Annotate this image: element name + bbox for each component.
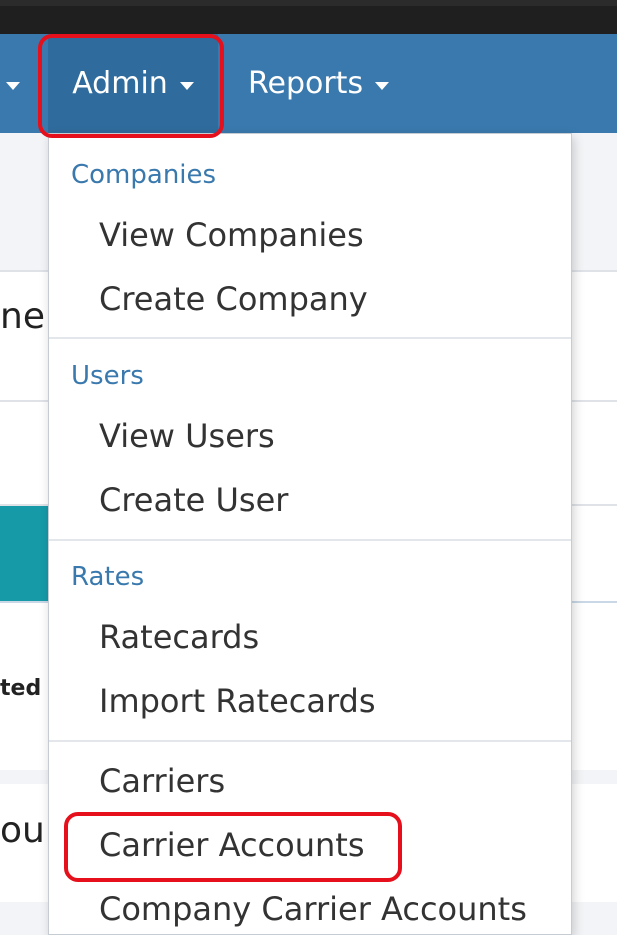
menu-item-create-user[interactable]: Create User	[99, 481, 288, 519]
nav-item-previous[interactable]	[0, 34, 28, 133]
menu-item-carriers[interactable]: Carriers	[99, 762, 225, 800]
menu-item-view-users[interactable]: View Users	[99, 417, 275, 455]
highlight-carrier-accounts-annotation	[64, 812, 402, 882]
menu-item-view-companies[interactable]: View Companies	[99, 216, 364, 254]
caret-down-icon	[6, 81, 20, 90]
highlight-admin-annotation	[38, 34, 224, 138]
background-teal-block	[0, 506, 48, 601]
background-footer-fragment: ou	[0, 810, 45, 851]
nav-item-reports[interactable]: Reports	[248, 34, 390, 133]
section-header-users: Users	[71, 361, 144, 391]
section-header-companies: Companies	[71, 160, 217, 190]
menu-item-ratecards[interactable]: Ratecards	[99, 618, 259, 656]
section-header-rates: Rates	[71, 562, 145, 592]
menu-divider	[49, 539, 571, 541]
background-label-fragment: ted	[0, 676, 42, 701]
menu-item-create-company[interactable]: Create Company	[99, 280, 368, 318]
caret-down-icon	[375, 81, 390, 90]
menu-divider	[49, 740, 571, 742]
menu-item-import-ratecards[interactable]: Import Ratecards	[99, 682, 376, 720]
menu-item-company-carrier-accounts[interactable]: Company Carrier Accounts	[99, 890, 527, 928]
menu-divider	[49, 337, 571, 339]
nav-item-reports-label: Reports	[248, 66, 364, 101]
browser-top-edge	[0, 0, 617, 6]
background-heading-fragment: ne	[0, 296, 45, 337]
